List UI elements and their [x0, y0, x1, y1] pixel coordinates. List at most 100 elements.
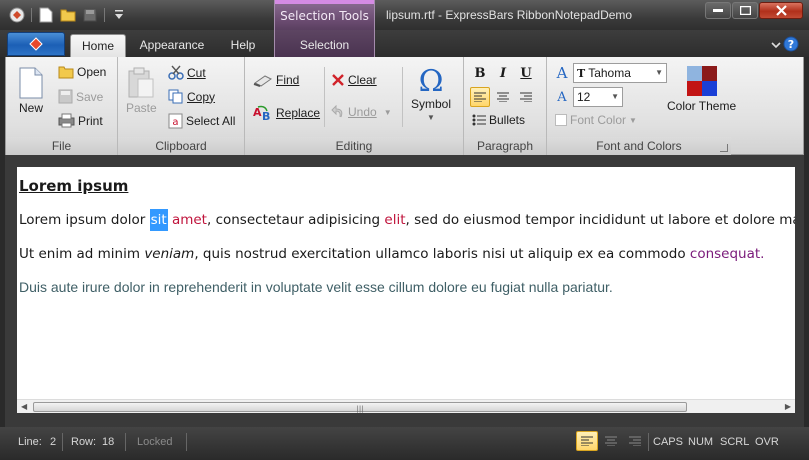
open-button[interactable]: Open	[58, 65, 106, 79]
status-align-left-button[interactable]	[576, 431, 598, 451]
align-left-button[interactable]	[470, 87, 490, 107]
font-name-select[interactable]: T Tahoma ▼	[573, 63, 667, 83]
maximize-icon	[739, 6, 751, 15]
font-colors-group: A T Tahoma ▼ A 12 ▼ Font Color ▼ Color T…	[547, 57, 736, 155]
text-run-italic: veniam	[144, 246, 195, 262]
row-value: 18	[102, 436, 115, 448]
replace-icon: AB	[253, 105, 270, 121]
document-heading: Lorem ipsum	[19, 177, 129, 195]
horizontal-scrollbar[interactable]: ◀ ||| ▶	[17, 399, 795, 413]
undo-dropdown-icon: ▼	[383, 107, 392, 117]
copy-button[interactable]: Copy	[168, 89, 215, 104]
qat-separator	[104, 8, 105, 22]
editing-separator	[402, 67, 403, 127]
paste-button[interactable]: Paste	[126, 67, 157, 115]
tab-appearance[interactable]: Appearance	[132, 34, 212, 57]
tab-home[interactable]: Home	[70, 34, 126, 57]
app-logo-icon[interactable]	[6, 5, 28, 25]
quick-access-toolbar	[6, 5, 130, 25]
minimize-ribbon-icon[interactable]	[771, 38, 781, 52]
tab-selection[interactable]: Selection	[274, 30, 375, 57]
color-theme-button[interactable]: Color Theme	[667, 65, 736, 113]
find-button[interactable]: Find	[253, 73, 299, 87]
save-icon[interactable]	[79, 5, 101, 25]
clear-button[interactable]: Clear	[331, 73, 377, 87]
text-run-red: elit	[384, 212, 406, 228]
bold-button[interactable]: B	[470, 63, 490, 83]
symbol-label: Symbol	[411, 97, 452, 111]
truetype-icon: T	[577, 66, 586, 80]
svg-text:B: B	[262, 110, 270, 121]
printer-icon	[58, 113, 75, 128]
scroll-left-icon[interactable]: ◀	[21, 402, 27, 411]
align-center-button[interactable]	[493, 87, 513, 107]
undo-icon	[331, 105, 343, 118]
status-separator	[125, 433, 126, 451]
select-all-icon: a	[168, 113, 183, 129]
svg-text:?: ?	[788, 38, 794, 51]
undo-label: Undo	[348, 105, 377, 119]
rich-text-editor[interactable]: Lorem ipsum Lorem ipsum dolor sit amet, …	[17, 167, 795, 413]
new-document-icon	[19, 67, 43, 99]
select-all-button[interactable]: a Select All	[168, 113, 235, 129]
editing-group: Find AB Replace Clear Undo ▼ Ω Symbol ▼ …	[245, 57, 464, 155]
document-line-2: Ut enim ad minim veniam, quis nostrud ex…	[19, 246, 764, 262]
print-button[interactable]: Print	[58, 113, 103, 128]
bullets-button[interactable]: Bullets	[472, 113, 525, 127]
scrollbar-thumb[interactable]: |||	[33, 402, 687, 413]
help-icon[interactable]: ?	[783, 36, 799, 55]
text-run: , quis nostrud exercitation ullamco labo…	[194, 246, 690, 262]
find-label: Find	[276, 73, 300, 87]
font-colors-group-label: Font and Colors	[547, 137, 731, 155]
binoculars-icon	[253, 75, 272, 87]
replace-label: Replace	[276, 106, 321, 120]
new-button[interactable]: New	[18, 67, 44, 115]
status-align-right-button[interactable]	[624, 431, 646, 451]
undo-button[interactable]: Undo ▼	[331, 105, 392, 119]
align-right-button[interactable]	[516, 87, 536, 107]
print-label: Print	[78, 113, 103, 128]
app-menu-icon	[29, 37, 43, 51]
maximize-button[interactable]	[732, 2, 758, 19]
open-folder-icon[interactable]	[57, 5, 79, 25]
scroll-right-icon[interactable]: ▶	[785, 402, 791, 411]
status-align-buttons	[576, 431, 646, 451]
selected-text: sit	[149, 209, 168, 231]
new-file-icon[interactable]	[35, 5, 57, 25]
copy-label: Copy	[187, 89, 216, 104]
underline-button[interactable]: U	[516, 63, 536, 83]
chevron-down-icon: ▼	[655, 68, 663, 77]
clear-x-icon	[332, 74, 344, 86]
file-group: New Open Save Print File	[6, 57, 118, 155]
status-align-center-button[interactable]	[600, 431, 622, 451]
close-button[interactable]	[759, 2, 803, 19]
contextual-tab-header: Selection Tools	[274, 0, 375, 30]
row-label: Row:	[71, 436, 97, 448]
cut-button[interactable]: Cut	[168, 65, 206, 80]
close-icon	[775, 5, 787, 16]
minimize-button[interactable]	[705, 2, 731, 19]
text-run: , sed do eiusmod tempor incididunt ut la…	[405, 212, 795, 228]
qat-separator	[31, 8, 32, 22]
dialog-launcher-icon[interactable]	[720, 144, 728, 152]
file-group-label: File	[6, 137, 117, 155]
application-menu-button[interactable]	[7, 32, 65, 56]
grip-icon: |||	[356, 405, 364, 413]
customize-qat-icon[interactable]	[108, 5, 130, 25]
tab-help[interactable]: Help	[218, 34, 268, 57]
text-run: Lorem ipsum dolor	[19, 212, 150, 228]
shrink-font-icon[interactable]: A	[552, 87, 572, 107]
save-button[interactable]: Save	[58, 89, 103, 104]
symbol-button[interactable]: Ω Symbol ▼	[411, 65, 451, 122]
font-color-button[interactable]: Font Color ▼	[555, 113, 637, 127]
replace-button[interactable]: AB Replace	[253, 105, 320, 121]
font-size-select[interactable]: 12 ▼	[573, 87, 623, 107]
paragraph-group-label: Paragraph	[464, 137, 546, 155]
svg-text:Ω: Ω	[419, 65, 444, 95]
save-label: Save	[76, 89, 104, 104]
select-all-label: Select All	[186, 114, 236, 128]
text-run: , consectetaur adipisicing	[206, 212, 385, 228]
grow-font-icon[interactable]: A	[552, 63, 572, 83]
italic-button[interactable]: I	[493, 63, 513, 83]
document-line-3: Duis aute irure dolor in reprehenderit i…	[19, 279, 613, 295]
